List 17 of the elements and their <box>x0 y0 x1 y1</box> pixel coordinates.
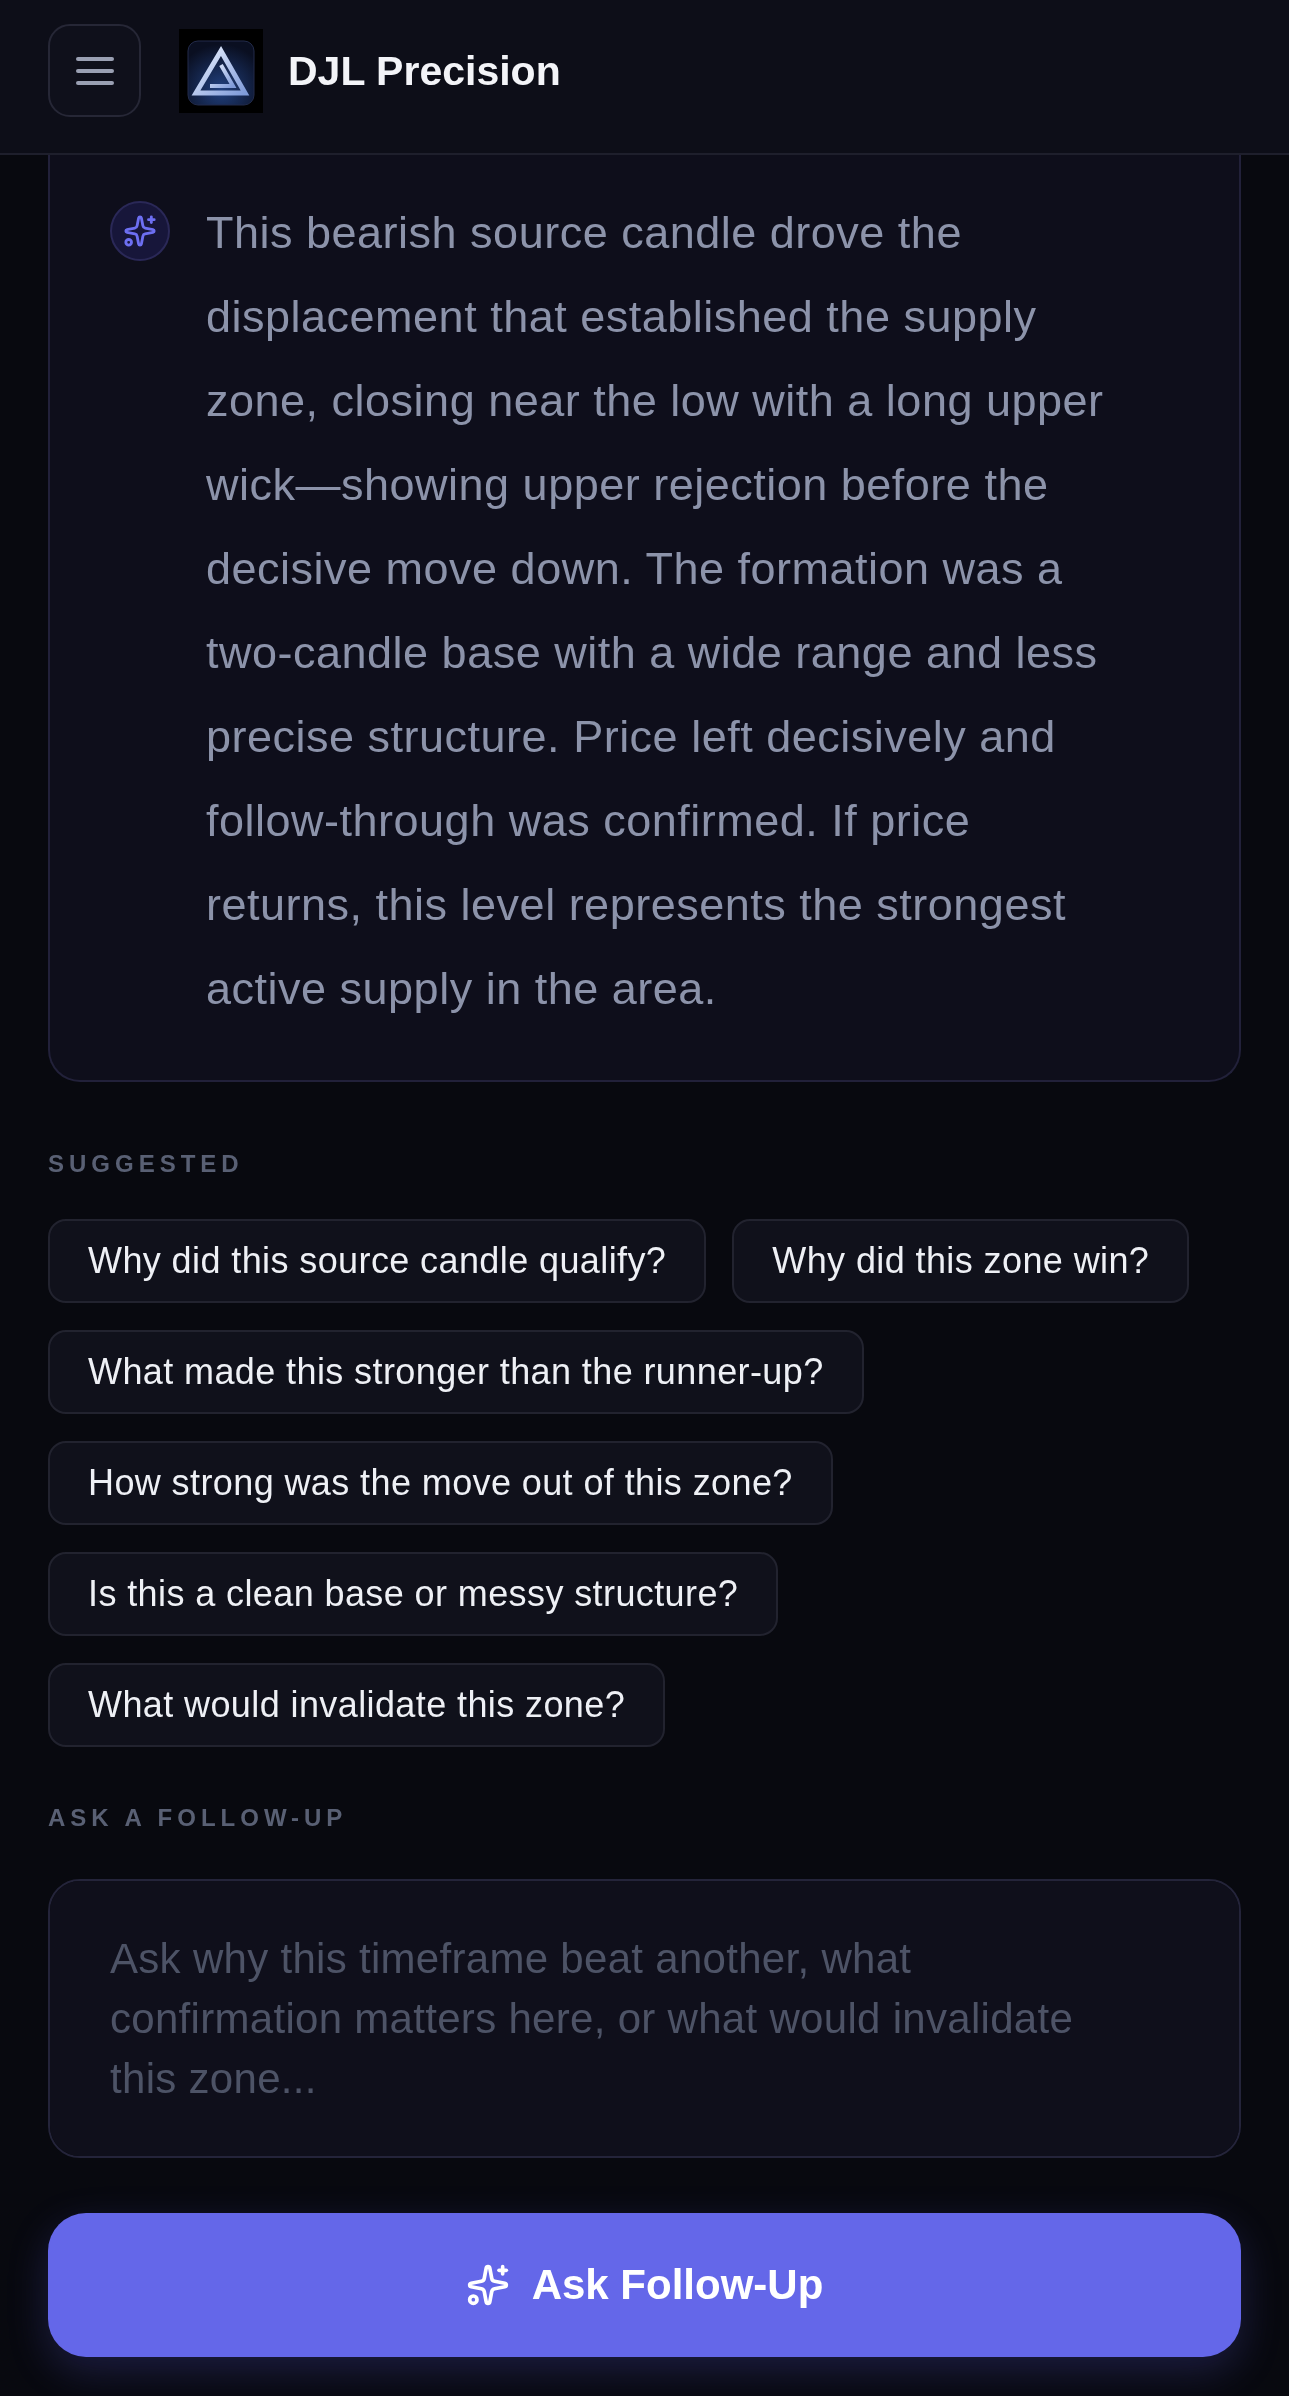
ask-follow-up-button[interactable]: Ask Follow-Up <box>48 2213 1241 2357</box>
suggestion-chip[interactable]: Why did this source candle qualify? <box>48 1219 707 1303</box>
section-label: SUGGESTED <box>48 1150 244 1178</box>
menu-button[interactable] <box>48 24 141 117</box>
triangle-logo-icon <box>179 28 263 113</box>
sparkle-icon <box>110 201 170 261</box>
suggestion-chip[interactable]: What made this stronger than the runner-up? <box>48 1330 864 1414</box>
sparkle-icon <box>465 2263 510 2307</box>
menu-icon <box>75 56 114 85</box>
answer-text: This bearish source candle drove the displacement that established the supply zone, closing near the low with a long upper wick—showing upper rejection before the decisive move down. The formation was a two-candle base with a wide range and less precise structure. Price left decisively and follow-through was confirmed. If price returns, this level represents the strongest active supply in the area. <box>206 206 1105 1016</box>
suggestion-chip[interactable]: Why did this zone win? <box>732 1219 1190 1303</box>
question-field[interactable]: Ask why this timeframe beat another, what confirmation matters here, or what would invalidate this zone... <box>48 1879 1241 2158</box>
suggestion-chip[interactable]: Is this a clean base or messy structure? <box>48 1552 779 1636</box>
app-title: DJL Precision <box>288 46 561 95</box>
section-label: ASK A FOLLOW-UP <box>48 1804 348 1832</box>
suggestion-chip[interactable]: What would invalidate this zone? <box>48 1663 666 1747</box>
suggestion-chip[interactable]: How strong was the move out of this zone? <box>48 1441 833 1525</box>
